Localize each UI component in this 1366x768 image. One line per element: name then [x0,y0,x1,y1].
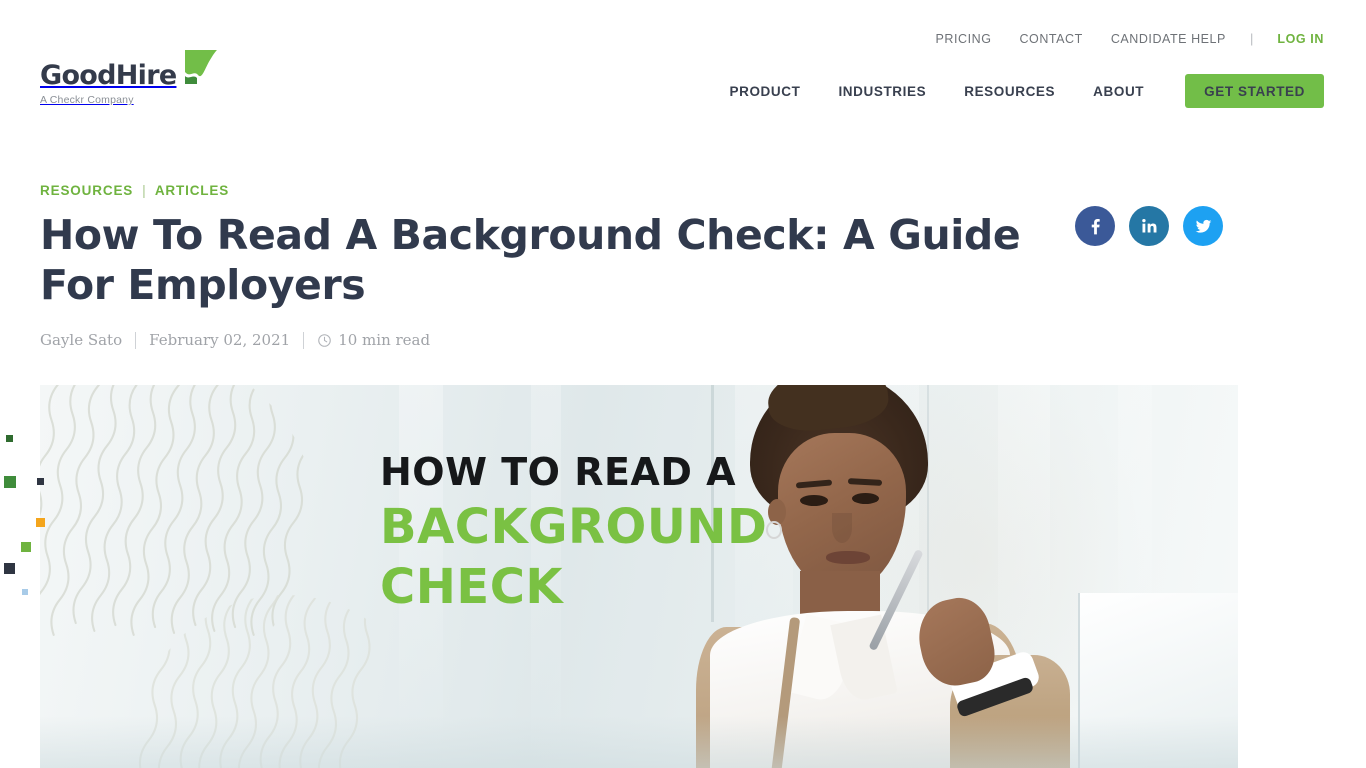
byline: Gayle Sato February 02, 2021 10 min read [40,331,1330,349]
breadcrumb: RESOURCES | ARTICLES [40,182,1330,198]
nav-item-resources[interactable]: RESOURCES [945,84,1074,99]
page-title: How To Read A Background Check: A Guide … [40,211,1021,309]
logo-wordmark: GoodHire [40,60,177,91]
breadcrumb-separator: | [142,182,146,198]
hero-overlay-text: HOW TO READ A BACKGROUND CHECK [380,453,767,611]
decorative-squares [0,0,60,768]
main-nav: PRODUCT INDUSTRIES RESOURCES ABOUT GET S… [711,74,1324,108]
goodhire-green-swoosh-mark [183,50,218,84]
social-share-row [1075,206,1223,246]
get-started-button[interactable]: GET STARTED [1185,74,1324,108]
hero-image: HOW TO READ A BACKGROUND CHECK [40,385,1238,768]
clock-icon [317,333,332,348]
login-link[interactable]: LOG IN [1263,32,1324,46]
utility-nav-divider: | [1249,31,1254,46]
utility-nav: PRICING CONTACT CANDIDATE HELP | LOG IN [922,31,1324,46]
read-time-group: 10 min read [317,331,430,349]
hero-text-line-3: CHECK [380,559,564,615]
site-logo[interactable]: GoodHire A Checkr Company [40,50,240,106]
byline-divider-1 [135,331,137,349]
person-eye-left [800,495,828,506]
person-earring [766,521,782,539]
person-nose [832,513,852,543]
decorative-square-5 [21,542,31,552]
logo-row: GoodHire [40,50,240,91]
article-page: PRICING CONTACT CANDIDATE HELP | LOG IN … [0,0,1366,768]
breadcrumb-articles[interactable]: ARTICLES [155,183,229,198]
hero-text-line-2: BACKGROUND [380,499,768,555]
utility-link-contact[interactable]: CONTACT [1005,32,1096,46]
site-header: PRICING CONTACT CANDIDATE HELP | LOG IN … [0,0,1366,130]
hero-text-line-1: HOW TO READ A [380,450,737,494]
hero-desk [40,716,1238,768]
person-lips [826,551,870,564]
twitter-share-icon[interactable] [1183,206,1223,246]
byline-date: February 02, 2021 [149,331,291,349]
nav-item-product[interactable]: PRODUCT [711,84,820,99]
linkedin-share-icon[interactable] [1129,206,1169,246]
nav-item-industries[interactable]: INDUSTRIES [819,84,945,99]
decorative-square-7 [22,589,28,595]
read-time-label: 10 min read [338,331,431,349]
nav-item-about[interactable]: ABOUT [1074,84,1163,99]
decorative-square-2 [4,476,16,488]
utility-link-pricing[interactable]: PRICING [922,32,1006,46]
facebook-share-icon[interactable] [1075,206,1115,246]
byline-divider-2 [303,331,305,349]
decorative-square-1 [6,435,13,442]
decorative-square-3 [37,478,44,485]
decorative-square-4 [36,518,45,527]
person-eye-right [852,493,879,504]
decorative-square-6 [4,563,15,574]
article-header: RESOURCES | ARTICLES How To Read A Backg… [40,182,1330,349]
logo-tagline: A Checkr Company [40,94,134,106]
utility-link-candidate-help[interactable]: CANDIDATE HELP [1097,32,1240,46]
